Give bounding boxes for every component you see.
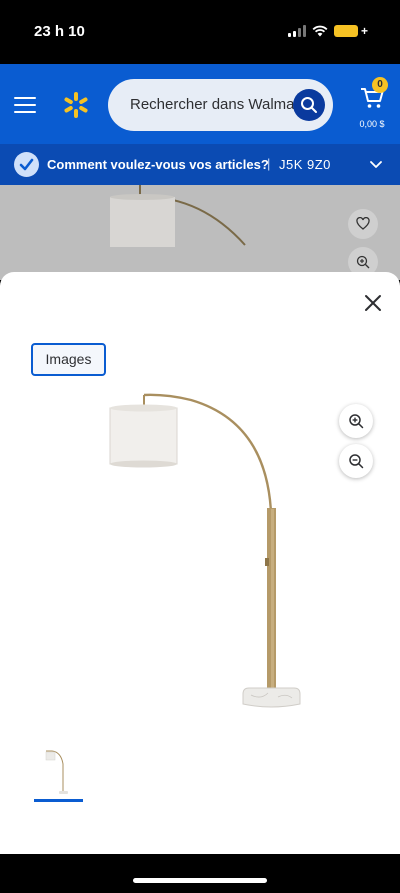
postal-code: J5K 9Z0 [279,157,331,172]
chevron-down-icon[interactable] [368,156,384,172]
thumbnail-selected-indicator [34,799,83,802]
home-area [0,854,400,893]
search-button[interactable] [293,89,325,121]
battery-icon [333,25,358,37]
wifi-icon [312,25,328,37]
menu-icon[interactable] [14,97,36,113]
status-bar: 23 h 10 + [0,0,400,64]
status-time: 23 h 10 [34,23,85,40]
heart-icon [356,217,370,230]
delivery-check-icon [14,152,39,177]
delivery-question: Comment voulez-vous vos articles? [47,157,269,172]
search-icon [301,97,317,113]
home-indicator[interactable] [133,878,267,883]
zoom-in-icon [349,414,364,429]
cart-total: 0,00 $ [359,119,385,129]
zoom-out-icon [349,454,364,469]
app-header: Rechercher dans Walmart 0 0,00 $ [0,64,400,144]
close-icon[interactable] [362,292,384,314]
zoom-in-icon [356,255,370,269]
favorite-button [348,209,378,239]
tab-images[interactable]: Images [31,343,106,376]
cellular-signal-icon [287,25,306,37]
cart-button[interactable]: 0 0,00 $ [352,77,392,136]
delivery-separator: | [267,156,271,171]
cart-count-badge: 0 [372,77,388,93]
zoom-out-button[interactable] [339,444,373,478]
delivery-bar[interactable]: Comment voulez-vous vos articles? | J5K … [0,144,400,185]
search-input[interactable]: Rechercher dans Walmart [108,79,333,131]
search-placeholder: Rechercher dans Walmart [130,96,304,113]
zoom-in-button[interactable] [339,404,373,438]
product-image [109,393,301,708]
walmart-spark-logo[interactable] [62,91,90,119]
image-viewer-modal: Images [0,272,400,854]
charging-icon: + [360,24,368,38]
status-icons: + [287,24,368,38]
background-product-image [110,185,246,247]
image-thumbnail[interactable] [34,742,84,800]
page-backdrop [0,185,400,280]
